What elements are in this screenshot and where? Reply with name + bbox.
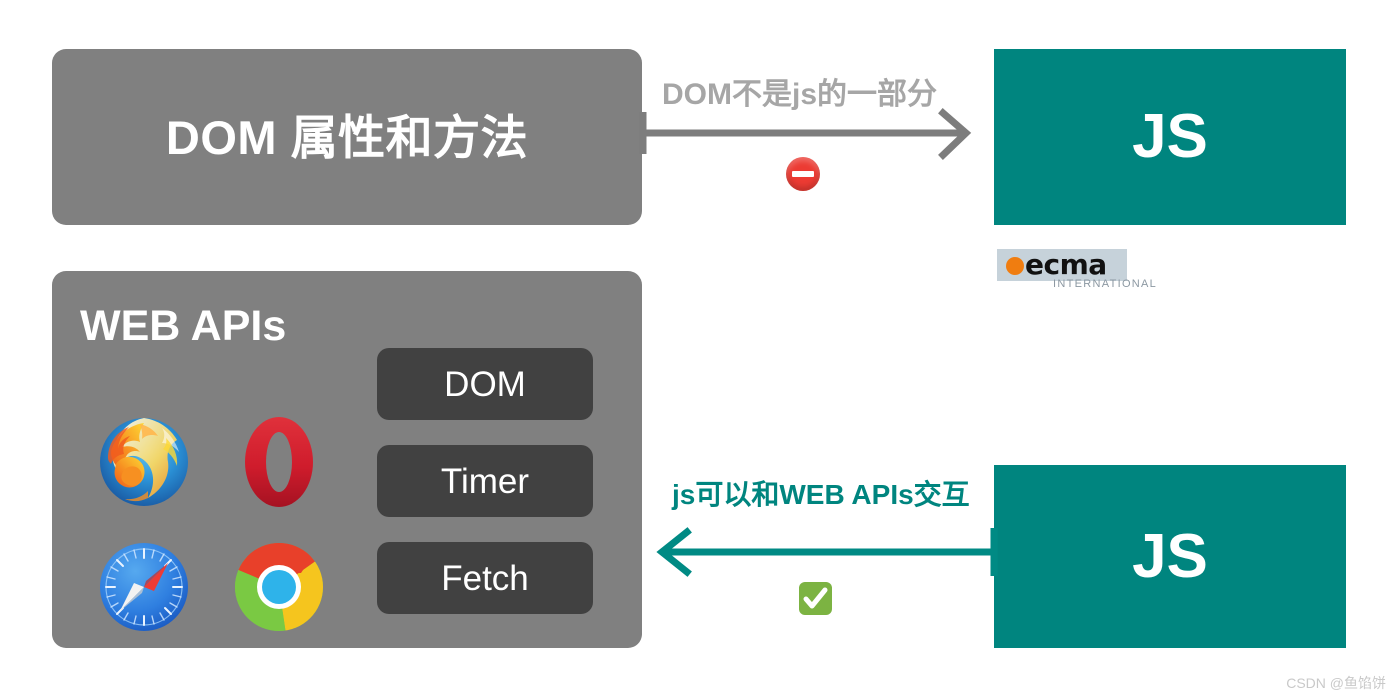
browser-cell-firefox [76, 399, 211, 524]
api-pill-label: Timer [440, 461, 530, 501]
browser-cell-safari [76, 524, 211, 649]
arrow-js-to-webapis [656, 527, 998, 577]
chrome-icon [234, 542, 323, 631]
api-pill-label: DOM [444, 364, 526, 404]
api-pill-fetch[interactable]: Fetch [377, 542, 593, 614]
js-box-top-label: JS [1132, 102, 1208, 171]
browser-cell-opera [211, 399, 346, 524]
js-box-bottom: JS [994, 465, 1346, 648]
api-pill-label: Fetch [441, 558, 529, 598]
diagram-canvas: DOM 属性和方法 WEB APIs DOM Timer Fetch JS ec… [0, 0, 1400, 700]
web-api-pill-list: DOM Timer Fetch [377, 348, 593, 614]
no-entry-bar [792, 171, 814, 177]
browser-logo-grid [76, 399, 346, 649]
ecma-international-logo: ecma INTERNATIONAL [997, 249, 1171, 290]
white-check-mark-icon [799, 582, 832, 615]
web-apis-title: WEB APIs [80, 302, 287, 350]
firefox-icon [99, 417, 188, 506]
check-glyph [803, 587, 828, 609]
ecma-logo-wordmark: ecma [1025, 248, 1107, 281]
ecma-logo-subtitle: INTERNATIONAL [1053, 278, 1158, 290]
api-pill-timer[interactable]: Timer [377, 445, 593, 517]
api-pill-dom[interactable]: DOM [377, 348, 593, 420]
ecma-orange-dot-icon [1006, 257, 1024, 275]
js-box-top: JS [994, 49, 1346, 225]
safari-icon [99, 542, 188, 631]
opera-icon [244, 416, 313, 507]
browser-cell-chrome [211, 524, 346, 649]
arrow-bottom-label: js可以和WEB APIs交互 [672, 479, 970, 510]
dom-properties-box: DOM 属性和方法 [52, 49, 642, 225]
arrow-top-label: DOM不是js的一部分 [662, 78, 938, 111]
web-apis-box: WEB APIs DOM Timer Fetch [52, 271, 642, 648]
watermark: CSDN @鱼馅饼 [1286, 675, 1386, 691]
no-entry-sign-icon [786, 157, 820, 191]
dom-properties-title: DOM 属性和方法 [165, 110, 529, 164]
js-box-bottom-label: JS [1132, 521, 1208, 591]
